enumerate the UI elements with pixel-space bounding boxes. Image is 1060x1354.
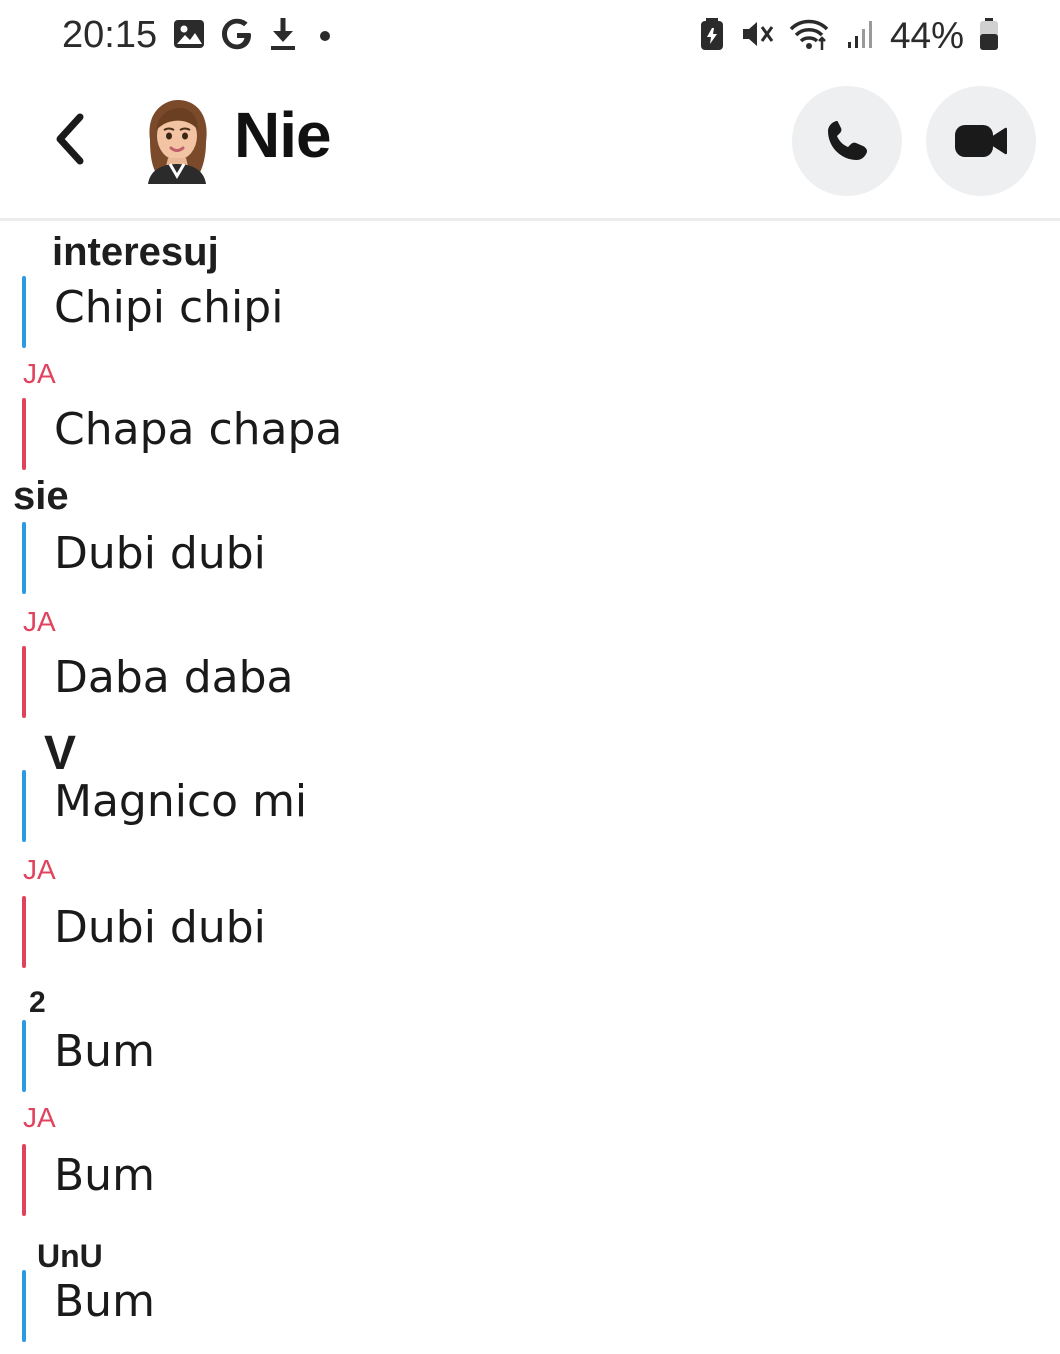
status-bar: 20:15 44%	[0, 0, 1060, 72]
message[interactable]: Dubi dubi	[22, 522, 722, 594]
message[interactable]: Bum	[22, 1270, 722, 1342]
sender-label: interesuj	[52, 230, 219, 274]
message-thread[interactable]: interesuj Chipi chipi JA Chapa chapa sie…	[0, 220, 1060, 1354]
back-button[interactable]	[40, 106, 100, 172]
message-accent-bar	[22, 896, 26, 968]
message-text: Daba daba	[54, 652, 294, 703]
chevron-left-icon	[56, 113, 84, 165]
message[interactable]: Chapa chapa	[22, 398, 722, 470]
gallery-icon	[172, 17, 206, 56]
battery-percent: 44%	[889, 15, 964, 56]
message-accent-bar	[22, 276, 26, 348]
message-accent-bar	[22, 1020, 26, 1092]
message-accent-bar	[22, 1270, 26, 1342]
message-accent-bar	[22, 398, 26, 470]
message[interactable]: Chipi chipi	[22, 276, 722, 348]
phone-icon	[828, 121, 867, 160]
message-text: Bum	[54, 1026, 155, 1077]
message-text: Chapa chapa	[54, 404, 343, 455]
chat-header: Nie	[0, 76, 1060, 221]
mute-icon	[740, 16, 774, 57]
sender-label: JA	[23, 1102, 56, 1133]
message[interactable]: Magnico mi	[22, 770, 722, 842]
sender-label: JA	[23, 606, 56, 637]
message[interactable]: Dubi dubi	[22, 896, 722, 968]
download-icon	[268, 16, 298, 57]
message-text: Dubi dubi	[54, 528, 266, 579]
message-accent-bar	[22, 522, 26, 594]
notification-icons	[172, 16, 338, 56]
message-text: Bum	[54, 1276, 155, 1327]
dot-icon	[312, 16, 338, 57]
message-text: Chipi chipi	[54, 282, 284, 333]
avatar[interactable]	[136, 96, 218, 184]
battery-icon	[978, 16, 1000, 57]
call-button[interactable]	[792, 86, 902, 196]
wifi-icon	[788, 16, 832, 57]
video-camera-icon	[955, 125, 1007, 157]
message-text: Magnico mi	[54, 776, 308, 827]
message-accent-bar	[22, 646, 26, 718]
message[interactable]: Daba daba	[22, 646, 722, 718]
sender-label: 2	[29, 986, 46, 1019]
sender-label: sie	[13, 474, 69, 518]
message[interactable]: Bum	[22, 1144, 722, 1216]
status-time: 20:15	[62, 14, 158, 56]
battery-saver-icon	[698, 16, 726, 57]
message-text: Bum	[54, 1150, 155, 1201]
message[interactable]: Bum	[22, 1020, 722, 1092]
message-accent-bar	[22, 1144, 26, 1216]
message-accent-bar	[22, 770, 26, 842]
sender-label: JA	[23, 854, 56, 885]
contact-name[interactable]: Nie	[234, 98, 332, 172]
signal-icon	[846, 16, 876, 57]
sender-label: JA	[23, 358, 56, 389]
message-text: Dubi dubi	[54, 902, 266, 953]
google-icon	[220, 16, 254, 57]
video-call-button[interactable]	[926, 86, 1036, 196]
system-icons: 44%	[698, 15, 1000, 57]
